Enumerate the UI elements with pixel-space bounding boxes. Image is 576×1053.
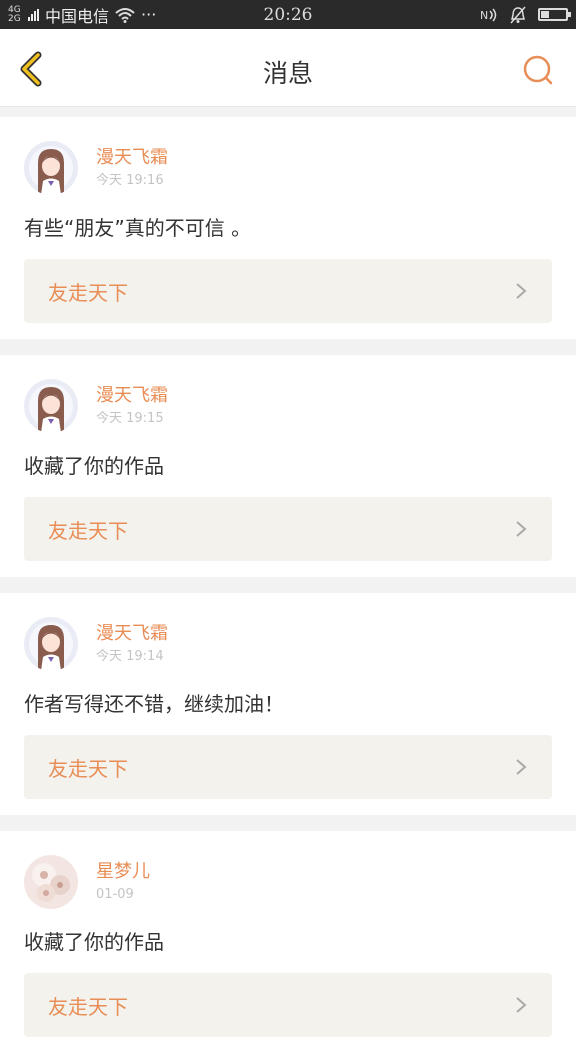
message-time: 今天 19:16 [96,173,164,188]
network-type: 4G 2G [8,4,21,24]
status-bar: 4G 2G 中国电信 ··· 20:26 N [0,0,576,29]
message-text: 作者写得还不错，继续加油！ [24,692,284,716]
nfc-icon: N [480,8,497,22]
sender-name[interactable]: 星梦儿 [96,860,150,884]
chevron-right-icon [516,997,527,1013]
work-title: 友走天下 [48,994,128,1019]
work-title: 友走天下 [48,280,128,305]
mute-bell-icon [510,6,526,23]
message-card: 星梦儿 01-09 收藏了你的作品 友走天下 [0,831,576,1053]
referenced-work-link[interactable]: 友走天下 [24,735,552,799]
message-time: 今天 19:15 [96,411,164,426]
avatar[interactable] [24,141,78,195]
work-title: 友走天下 [48,756,128,781]
chevron-right-icon [516,759,527,775]
referenced-work-link[interactable]: 友走天下 [24,497,552,561]
battery-level [541,11,549,18]
message-card: 漫天飞霜 今天 19:14 作者写得还不错，继续加油！ 友走天下 [0,593,576,815]
sender-name[interactable]: 漫天飞霜 [96,384,168,408]
referenced-work-link[interactable]: 友走天下 [24,973,552,1037]
svg-text:N: N [480,9,488,22]
message-time: 今天 19:14 [96,649,164,664]
sender-name[interactable]: 漫天飞霜 [96,622,168,646]
more-indicator: ··· [141,5,157,24]
work-title: 友走天下 [48,518,128,543]
search-icon[interactable] [520,53,556,89]
chevron-right-icon [516,521,527,537]
avatar[interactable] [24,855,78,909]
avatar[interactable] [24,617,78,671]
chevron-right-icon [516,283,527,299]
carrier-name: 中国电信 [45,6,110,26]
sender-name[interactable]: 漫天飞霜 [96,146,168,170]
battery-icon [538,8,571,21]
message-card: 漫天飞霜 今天 19:15 收藏了你的作品 友走天下 [0,355,576,577]
message-time: 01-09 [96,887,134,902]
referenced-work-link[interactable]: 友走天下 [24,259,552,323]
message-text: 有些“朋友”真的不可信 。 [24,216,252,240]
message-text: 收藏了你的作品 [24,454,164,478]
page-title: 消息 [262,59,313,88]
signal-icon [28,8,39,21]
message-list: 漫天飞霜 今天 19:16 有些“朋友”真的不可信 。 友走天下 漫天飞霜 今天 [0,107,576,1053]
header-bar: 消息 [0,29,576,107]
message-card: 漫天飞霜 今天 19:16 有些“朋友”真的不可信 。 友走天下 [0,117,576,339]
avatar[interactable] [24,379,78,433]
wifi-icon [115,7,135,23]
message-text: 收藏了你的作品 [24,930,164,954]
